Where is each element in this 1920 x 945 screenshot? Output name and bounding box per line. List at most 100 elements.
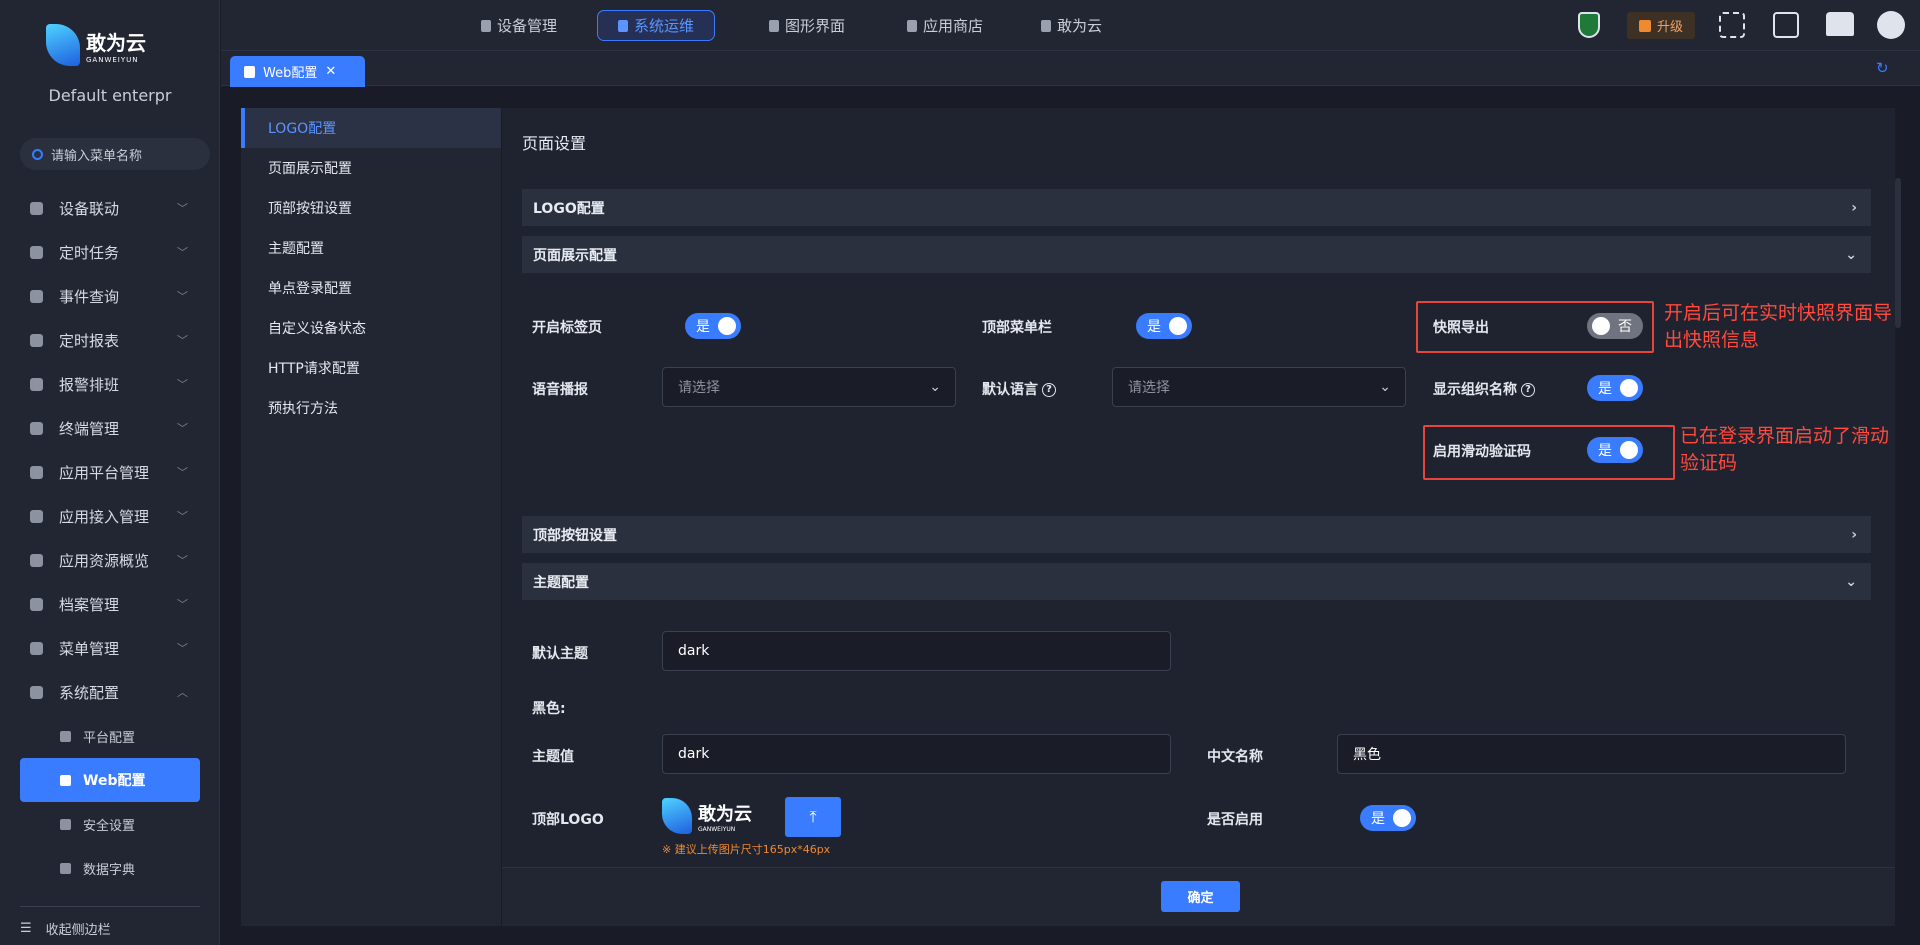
toggle-text: 是 xyxy=(1598,443,1612,459)
chevron-down-icon: ﹀ xyxy=(177,290,188,303)
sidebar-item[interactable]: 档案管理 ﹀ xyxy=(0,584,220,624)
sidebar-subitem[interactable]: 安全设置 xyxy=(20,802,200,846)
theme-shirt-icon[interactable] xyxy=(1826,12,1854,36)
divider xyxy=(20,906,200,907)
org-name: Default enterpr xyxy=(48,86,172,105)
settings-nav-item[interactable]: 页面展示配置 xyxy=(241,148,501,188)
tab-label: 敢为云 xyxy=(1057,17,1103,35)
chevron-right-icon: › xyxy=(1851,526,1857,543)
settings-nav-item[interactable]: LOGO配置 xyxy=(241,108,501,148)
sidebar-item[interactable]: 菜单管理 ﹀ xyxy=(0,628,220,668)
settings-nav-item[interactable]: 主题配置 xyxy=(241,228,501,268)
sidebar-item[interactable]: 设备联动 ﹀ xyxy=(0,188,220,228)
enabled-toggle[interactable]: 是 xyxy=(1360,805,1416,831)
sidebar-item[interactable]: 定时报表 ﹀ xyxy=(0,320,220,360)
menu-icon xyxy=(30,465,43,479)
screenshot-icon[interactable] xyxy=(1773,12,1799,38)
sidebar-item[interactable]: 终端管理 ﹀ xyxy=(0,408,220,448)
select-placeholder: 请选择 xyxy=(1128,380,1170,396)
lang-select[interactable]: 请选择 ⌄ xyxy=(1112,367,1406,407)
default-theme-input[interactable]: dark xyxy=(662,631,1171,671)
tab-label: Web配置 xyxy=(263,66,318,81)
settings-nav-item[interactable]: 自定义设备状态 xyxy=(241,308,501,348)
theme-value-input[interactable]: dark xyxy=(662,734,1171,774)
refresh-icon[interactable]: ↻ xyxy=(1876,59,1889,77)
chevron-down-icon: ﹀ xyxy=(177,642,188,655)
brand-name: 敢为云 xyxy=(86,30,146,55)
annotation-snapshot: 开启后可在实时快照界面导出快照信息 xyxy=(1664,302,1893,351)
sidebar-item[interactable]: 事件查询 ﹀ xyxy=(0,276,220,316)
menu-icon xyxy=(60,774,71,786)
captcha-label: 启用滑动验证码 xyxy=(1433,444,1531,460)
sidebar-item[interactable]: 报警排班 ﹀ xyxy=(0,364,220,404)
tab-web-config[interactable]: Web配置 ✕ xyxy=(230,56,365,87)
sidebar-item[interactable]: 应用资源概览 ﹀ xyxy=(0,540,220,580)
avatar[interactable] xyxy=(1877,11,1905,39)
search-icon xyxy=(32,148,43,160)
toggle-knob xyxy=(1620,379,1638,397)
toggle-knob xyxy=(1592,317,1610,335)
topmenu-label: 顶部菜单栏 xyxy=(982,320,1052,336)
sidebar-item-label: 定时任务 xyxy=(59,243,120,262)
topmenu-toggle[interactable]: 是 xyxy=(1136,313,1192,339)
fullscreen-icon[interactable] xyxy=(1719,12,1745,38)
settings-nav-item[interactable]: 单点登录配置 xyxy=(241,268,501,308)
default-theme-label: 默认主题 xyxy=(532,646,588,662)
panel-theme[interactable]: 主题配置 ⌄ xyxy=(522,563,1871,600)
snapshot-toggle[interactable]: 否 xyxy=(1587,313,1643,339)
toggle-knob xyxy=(1169,317,1187,335)
top-nav-tab[interactable]: 图形界面 xyxy=(749,10,865,41)
top-nav-tab[interactable]: 设备管理 xyxy=(461,10,577,41)
menu-icon xyxy=(30,333,43,347)
close-icon[interactable]: ✕ xyxy=(325,64,336,79)
input-value: dark xyxy=(678,643,710,659)
top-nav-tab[interactable]: 应用商店 xyxy=(887,10,1003,41)
logo-sub: GANWEIYUN xyxy=(698,825,736,833)
sidebar-subitem[interactable]: Web配置 xyxy=(20,758,200,802)
top-nav-tab[interactable]: 敢为云 xyxy=(1021,10,1122,41)
settings-nav-item[interactable]: HTTP请求配置 xyxy=(241,348,501,388)
collapse-sidebar-button[interactable]: ☰ 收起侧边栏 xyxy=(20,919,111,938)
sidebar-subitem[interactable]: 平台配置 xyxy=(20,714,200,758)
help-icon[interactable]: ? xyxy=(1521,383,1535,397)
shield-icon[interactable] xyxy=(1578,12,1600,38)
panel-display[interactable]: 页面展示配置 ⌄ xyxy=(522,236,1871,273)
panel-title: LOGO配置 xyxy=(533,200,605,217)
butterfly-logo-icon xyxy=(46,24,80,66)
chevron-right-icon: › xyxy=(1851,199,1857,216)
help-icon[interactable]: ? xyxy=(1042,383,1056,397)
menu-icon xyxy=(30,509,43,523)
orgname-label-text: 显示组织名称 xyxy=(1433,382,1517,398)
panel-buttons[interactable]: 顶部按钮设置 › xyxy=(522,516,1871,553)
sidebar-item-label: 定时报表 xyxy=(59,331,120,350)
lang-label-text: 默认语言 xyxy=(982,382,1038,398)
upgrade-button[interactable]: 升级 xyxy=(1627,12,1695,39)
voice-select[interactable]: 请选择 ⌄ xyxy=(662,367,956,407)
top-bar: 设备管理 系统运维 图形界面 应用商店 敢为云 升级 xyxy=(221,0,1920,51)
sidebar-item[interactable]: 应用平台管理 ﹀ xyxy=(0,452,220,492)
sidebar-item[interactable]: 应用接入管理 ﹀ xyxy=(0,496,220,536)
tabs-toggle[interactable]: 是 xyxy=(685,313,741,339)
tab-icon xyxy=(907,19,917,32)
confirm-button[interactable]: 确定 xyxy=(1161,881,1240,912)
search-placeholder: 请输入菜单名称 xyxy=(51,148,143,164)
upload-button[interactable]: ⤒ xyxy=(785,797,841,837)
sidebar-subitem-label: Web配置 xyxy=(83,773,146,789)
panel-logo[interactable]: LOGO配置 › xyxy=(522,189,1871,226)
settings-nav-item[interactable]: 预执行方法 xyxy=(241,388,501,428)
scrollbar[interactable] xyxy=(1895,178,1901,328)
sidebar-subitem[interactable]: 数据字典 xyxy=(20,846,200,890)
settings-nav-item[interactable]: 顶部按钮设置 xyxy=(241,188,501,228)
cn-name-input[interactable]: 黑色 xyxy=(1337,734,1846,774)
sidebar-item[interactable]: 定时任务 ﹀ xyxy=(0,232,220,272)
menu-search-input[interactable]: 请输入菜单名称 xyxy=(20,138,210,170)
top-nav-tab[interactable]: 系统运维 xyxy=(597,10,716,41)
sidebar-subitem-label: 数据字典 xyxy=(83,862,136,878)
brand-logo: 敢为云 GANWEIYUN xyxy=(46,24,146,66)
voice-label: 语音播报 xyxy=(532,382,588,398)
monitor-icon xyxy=(244,65,255,78)
orgname-label: 显示组织名称? xyxy=(1433,379,1535,399)
orgname-toggle[interactable]: 是 xyxy=(1587,375,1643,401)
captcha-toggle[interactable]: 是 xyxy=(1587,437,1643,463)
sidebar-item[interactable]: 系统配置 ︿ xyxy=(0,672,220,712)
